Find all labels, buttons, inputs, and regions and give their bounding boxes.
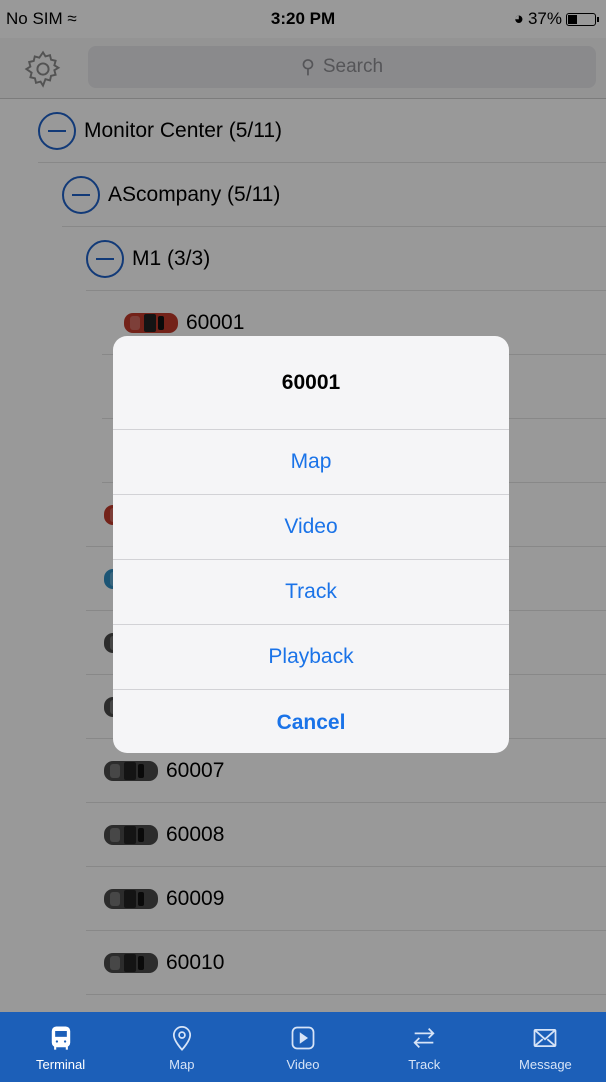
tab-label: Video — [286, 1057, 320, 1072]
tab-video[interactable]: Video — [242, 1012, 363, 1082]
map-action-button[interactable]: Map — [113, 430, 509, 495]
vehicle-action-dialog: 60001 Map Video Track Playback Cancel — [113, 336, 509, 753]
cancel-button[interactable]: Cancel — [113, 690, 509, 753]
track-arrows-icon — [413, 1028, 435, 1048]
tab-label: Terminal — [36, 1057, 86, 1072]
tab-track[interactable]: Track — [364, 1012, 485, 1082]
tab-map[interactable]: Map — [121, 1012, 242, 1082]
dialog-title: 60001 — [113, 336, 509, 430]
track-action-button[interactable]: Track — [113, 560, 509, 625]
map-pin-icon — [172, 1026, 191, 1051]
tab-label: Map — [169, 1057, 195, 1072]
tab-message[interactable]: Message — [485, 1012, 606, 1082]
video-play-icon — [291, 1026, 315, 1050]
bus-icon — [51, 1026, 70, 1050]
envelope-icon — [534, 1028, 557, 1048]
video-action-button[interactable]: Video — [113, 495, 509, 560]
tab-bar: Terminal Map Video Track Message — [0, 1012, 606, 1082]
tab-terminal[interactable]: Terminal — [0, 1012, 121, 1082]
playback-action-button[interactable]: Playback — [113, 625, 509, 690]
tab-label: Track — [408, 1057, 441, 1072]
tab-label: Message — [519, 1057, 572, 1072]
